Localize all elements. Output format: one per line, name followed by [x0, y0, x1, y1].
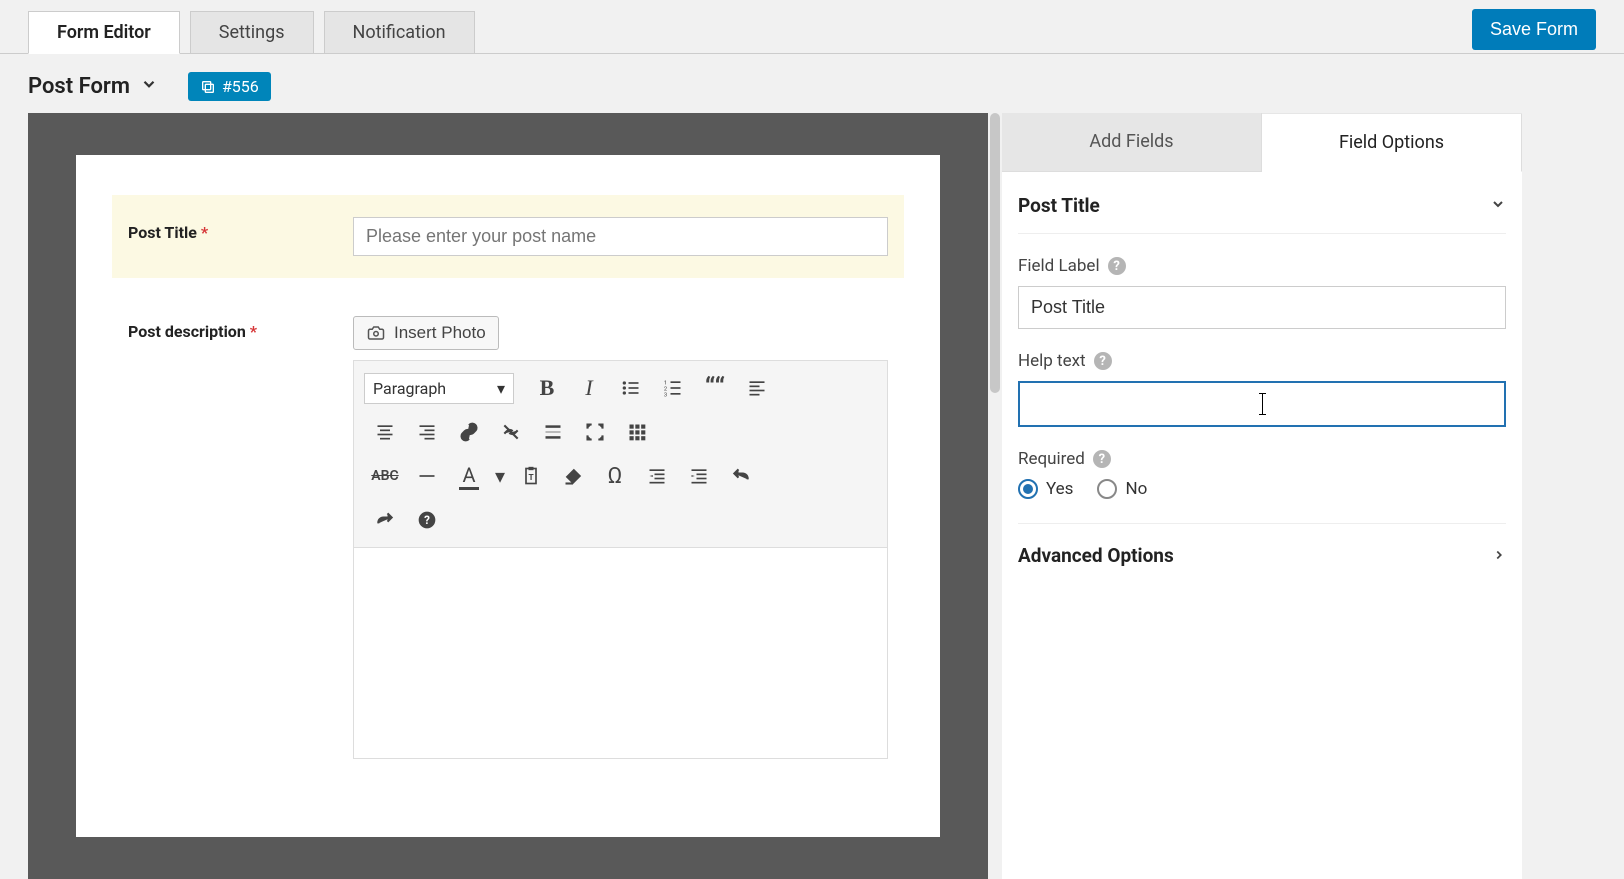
link-icon[interactable]	[448, 413, 490, 451]
fullscreen-icon[interactable]	[574, 413, 616, 451]
quote-icon[interactable]: ““	[694, 369, 736, 407]
undo-icon[interactable]	[720, 457, 762, 495]
dropdown-caret-icon: ▾	[497, 379, 505, 398]
advanced-options-toggle[interactable]: Advanced Options	[1018, 523, 1506, 577]
save-form-button[interactable]: Save Form	[1472, 9, 1596, 50]
format-select[interactable]: Paragraph ▾	[364, 373, 514, 404]
field-label-input[interactable]	[1018, 286, 1506, 329]
field-options-sidebar: Add Fields Field Options Post Title Fiel…	[1002, 113, 1522, 879]
svg-text:?: ?	[424, 513, 430, 527]
editor-content-area[interactable]	[354, 548, 887, 758]
strikethrough-icon[interactable]: ABC	[364, 457, 406, 495]
chevron-right-icon	[1492, 544, 1506, 567]
form-title-chevron-icon[interactable]	[140, 75, 158, 98]
horizontal-rule-icon[interactable]	[406, 457, 448, 495]
sidebar-tabs: Add Fields Field Options	[1002, 113, 1522, 172]
align-left-icon[interactable]	[736, 369, 778, 407]
help-tooltip-icon[interactable]: ?	[1093, 450, 1111, 468]
help-icon[interactable]: ?	[406, 501, 448, 539]
required-asterisk: *	[250, 322, 257, 341]
rich-text-editor: Paragraph ▾ B I 123 ““	[353, 360, 888, 759]
form-title-row: Post Form #556	[0, 54, 1624, 113]
bold-icon[interactable]: B	[526, 369, 568, 407]
toolbar-toggle-icon[interactable]	[616, 413, 658, 451]
help-tooltip-icon[interactable]: ?	[1094, 352, 1112, 370]
field-label: Post description *	[128, 316, 353, 341]
clear-formatting-icon[interactable]	[552, 457, 594, 495]
tab-form-editor[interactable]: Form Editor	[28, 11, 180, 54]
redo-icon[interactable]	[364, 501, 406, 539]
required-no-radio[interactable]: No	[1097, 479, 1147, 499]
canvas-scrollbar[interactable]	[988, 113, 1002, 879]
field-label-label: Field Label ?	[1018, 256, 1506, 276]
form-id-text: #556	[222, 77, 259, 96]
tab-settings[interactable]: Settings	[190, 11, 314, 54]
required-yes-radio[interactable]: Yes	[1018, 479, 1073, 499]
indent-icon[interactable]	[678, 457, 720, 495]
help-text-label: Help text ?	[1018, 351, 1506, 371]
svg-text:3: 3	[664, 392, 667, 398]
camera-icon	[366, 324, 386, 342]
field-post-description[interactable]: Post description * Insert Photo Paragr	[112, 294, 904, 781]
text-color-icon[interactable]: A	[448, 457, 490, 495]
bullet-list-icon[interactable]	[610, 369, 652, 407]
svg-text:T: T	[529, 473, 534, 483]
text-cursor-icon	[1262, 393, 1263, 415]
unlink-icon[interactable]	[490, 413, 532, 451]
tab-field-options[interactable]: Field Options	[1262, 114, 1522, 172]
required-label: Required ?	[1018, 449, 1506, 469]
editor-canvas: Post Title * Post description * Insert P…	[28, 113, 988, 879]
insert-more-icon[interactable]	[532, 413, 574, 451]
scrollbar-thumb[interactable]	[990, 113, 1000, 393]
post-title-input[interactable]	[353, 217, 888, 256]
help-tooltip-icon[interactable]: ?	[1108, 257, 1126, 275]
tab-notification[interactable]: Notification	[324, 11, 475, 54]
numbered-list-icon[interactable]: 123	[652, 369, 694, 407]
text-color-dropdown-icon[interactable]: ▾	[490, 457, 510, 495]
form-id-badge[interactable]: #556	[188, 72, 271, 101]
field-options-section-header[interactable]: Post Title	[1018, 190, 1506, 234]
form-title: Post Form	[28, 74, 130, 99]
top-tab-nav: Form Editor Settings Notification Save F…	[0, 0, 1624, 54]
form-preview: Post Title * Post description * Insert P…	[76, 155, 940, 837]
field-post-title[interactable]: Post Title *	[112, 195, 904, 278]
field-label: Post Title *	[128, 217, 353, 242]
copy-icon	[200, 79, 216, 95]
required-asterisk: *	[201, 223, 208, 242]
chevron-down-icon	[1490, 194, 1506, 217]
italic-icon[interactable]: I	[568, 369, 610, 407]
tab-add-fields[interactable]: Add Fields	[1002, 113, 1262, 171]
align-right-icon[interactable]	[406, 413, 448, 451]
align-center-icon[interactable]	[364, 413, 406, 451]
special-char-icon[interactable]: Ω	[594, 457, 636, 495]
outdent-icon[interactable]	[636, 457, 678, 495]
help-text-input[interactable]	[1018, 381, 1506, 427]
editor-toolbar: Paragraph ▾ B I 123 ““	[354, 361, 887, 548]
paste-text-icon[interactable]: T	[510, 457, 552, 495]
insert-photo-button[interactable]: Insert Photo	[353, 316, 499, 350]
